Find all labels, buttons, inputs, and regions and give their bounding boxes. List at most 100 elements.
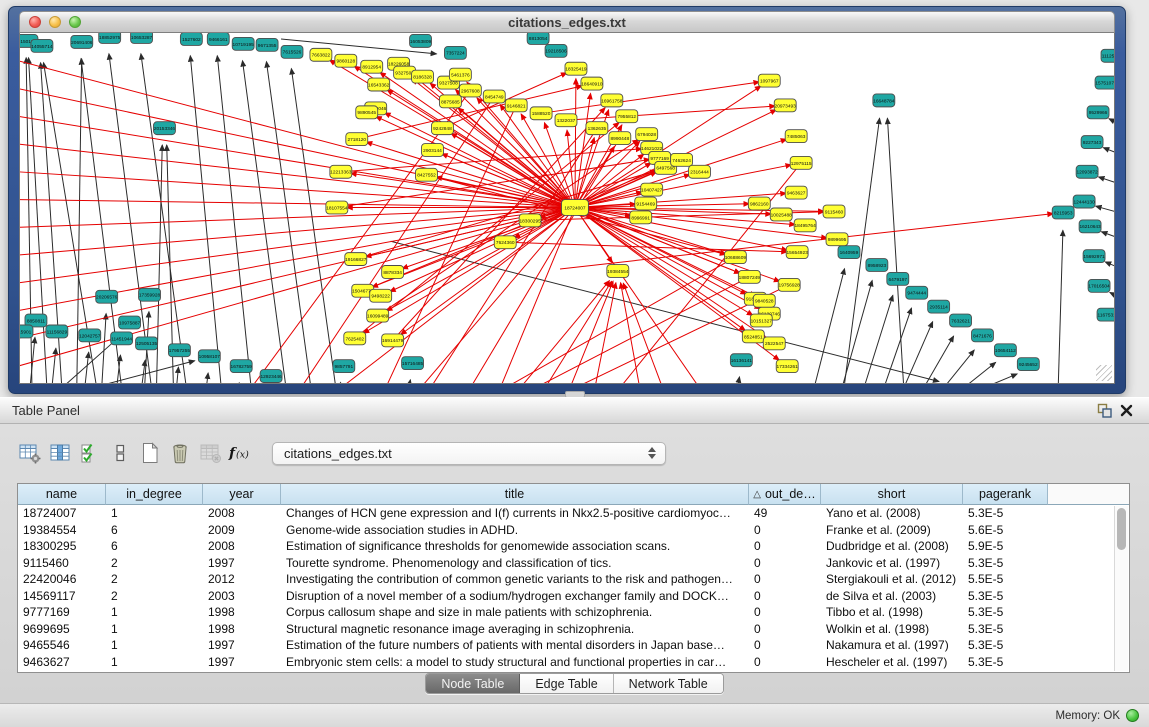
- svg-text:18325419: 18325419: [565, 67, 587, 73]
- table-cell: Genome-wide association studies in ADHD.: [281, 522, 749, 539]
- svg-text:10958107: 10958107: [199, 354, 221, 360]
- table-row[interactable]: 1938455462009Genome-wide association stu…: [18, 522, 1129, 539]
- table-panel: Table Panel: [0, 397, 1149, 703]
- select-columns-icon[interactable]: [76, 440, 103, 466]
- column-header-name[interactable]: name: [18, 484, 106, 505]
- close-window-icon[interactable]: [29, 16, 41, 28]
- network-graph[interactable]: 9150175140557142069140618852975106532871…: [20, 33, 1114, 383]
- svg-text:9862160: 9862160: [750, 201, 769, 207]
- delete-table-icon[interactable]: [166, 440, 193, 466]
- table-row[interactable]: 946554611997Estimation of the future num…: [18, 637, 1129, 654]
- network-canvas[interactable]: 9150175140557142069140618852975106532871…: [19, 33, 1115, 384]
- table-cell: 5.6E-5: [963, 522, 1048, 539]
- column-header-in_degree[interactable]: in_degree: [106, 484, 203, 505]
- table-cell: 5.3E-5: [963, 637, 1048, 654]
- zoom-window-icon[interactable]: [69, 16, 81, 28]
- table-cell: Tibbo et al. (1998): [821, 604, 963, 621]
- svg-text:19166827: 19166827: [345, 257, 367, 263]
- table-settings-icon[interactable]: [16, 440, 43, 466]
- table-cell: Estimation of significance thresholds fo…: [281, 538, 749, 555]
- column-header-pagerank[interactable]: pagerank: [963, 484, 1048, 505]
- memory-status-label: Memory: OK: [1055, 710, 1120, 722]
- table-cell: 1: [106, 654, 203, 671]
- table-row[interactable]: 1872400712008Changes of HCN gene express…: [18, 505, 1129, 522]
- table-header-row: namein_degreeyeartitle△out_de… short pager…: [18, 484, 1129, 505]
- network-window-titlebar[interactable]: citations_edges.txt: [19, 11, 1115, 33]
- table-cell: 0: [749, 637, 821, 654]
- show-columns-icon[interactable]: [46, 440, 73, 466]
- import-table-icon[interactable]: [196, 440, 223, 466]
- svg-text:2967608: 2967608: [461, 88, 480, 94]
- svg-text:12444130: 12444130: [1073, 199, 1095, 205]
- function-builder-icon[interactable]: f (x): [226, 440, 253, 466]
- table-cell: 9699695: [18, 621, 106, 638]
- table-cell: 2008: [203, 505, 281, 522]
- table-cell: 1997: [203, 637, 281, 654]
- tab-node-table[interactable]: Node Table: [426, 674, 520, 693]
- table-cell: Wolkin et al. (1998): [821, 621, 963, 638]
- svg-text:8996991: 8996991: [631, 215, 650, 221]
- svg-text:2522547: 2522547: [765, 341, 784, 347]
- svg-text:15716485: 15716485: [402, 361, 424, 367]
- dropdown-stepper-icon: [648, 447, 656, 459]
- column-header-short[interactable]: short: [821, 484, 963, 505]
- column-header-year[interactable]: year: [203, 484, 281, 505]
- table-cell: 1: [106, 637, 203, 654]
- memory-ok-icon: [1126, 709, 1139, 722]
- svg-text:9154469: 9154469: [636, 201, 655, 207]
- svg-text:9529966: 9529966: [1089, 110, 1108, 116]
- svg-text:18852975: 18852975: [99, 35, 121, 41]
- column-label: short: [878, 487, 906, 501]
- column-header-out_de[interactable]: △out_de…: [749, 484, 821, 505]
- close-panel-icon[interactable]: [1115, 401, 1137, 421]
- table-cell: Franke et al. (2009): [821, 522, 963, 539]
- table-cell: 5.3E-5: [963, 621, 1048, 638]
- tab-network-table[interactable]: Network Table: [614, 674, 723, 693]
- scrollbar-thumb[interactable]: [1117, 508, 1126, 550]
- svg-text:11451944: 11451944: [111, 336, 132, 342]
- svg-text:12042757: 12042757: [79, 333, 101, 339]
- table-row[interactable]: 969969511998Structural magnetic resonanc…: [18, 621, 1129, 638]
- table-cell: 5.3E-5: [963, 654, 1048, 671]
- table-cell: 49: [749, 505, 821, 522]
- table-row[interactable]: 2242004622012Investigating the contribut…: [18, 571, 1129, 588]
- svg-text:8186328: 8186328: [413, 75, 432, 81]
- table-cell: 1: [106, 621, 203, 638]
- table-cell: Dudbridge et al. (2008): [821, 538, 963, 555]
- svg-text:11156829: 11156829: [47, 329, 68, 335]
- column-header-title[interactable]: title: [281, 484, 749, 505]
- svg-text:6497568: 6497568: [656, 166, 675, 172]
- table-row[interactable]: 911546021997Tourette syndrome. Phenomeno…: [18, 555, 1129, 572]
- table-row[interactable]: 1830029562008Estimation of significance …: [18, 538, 1129, 555]
- table-row[interactable]: 977716911998Corpus callosum shape and si…: [18, 604, 1129, 621]
- table-row[interactable]: 1456911722003Disruption of a novel membe…: [18, 588, 1129, 605]
- create-table-icon[interactable]: [136, 440, 163, 466]
- svg-text:20206576: 20206576: [96, 295, 118, 301]
- table-selector-dropdown[interactable]: citations_edges.txt: [272, 442, 666, 465]
- svg-text:7625402: 7625402: [345, 336, 364, 342]
- svg-text:17957255: 17957255: [169, 348, 191, 354]
- table-row[interactable]: 946362711997Embryonic stem cells: a mode…: [18, 654, 1129, 671]
- row-options-icon[interactable]: [106, 440, 133, 466]
- table-cell: 9777169: [18, 604, 106, 621]
- tab-edge-table[interactable]: Edge Table: [520, 674, 613, 693]
- table-cell: 2008: [203, 538, 281, 555]
- svg-text:10407427: 10407427: [641, 188, 663, 194]
- table-cell: Yano et al. (2008): [821, 505, 963, 522]
- table-vertical-scrollbar[interactable]: [1114, 506, 1128, 671]
- svg-text:6794028: 6794028: [637, 132, 656, 138]
- minimize-window-icon[interactable]: [49, 16, 61, 28]
- table-cell: 0: [749, 621, 821, 638]
- table-cell: Investigating the contribution of common…: [281, 571, 749, 588]
- resize-grip-icon[interactable]: [1096, 365, 1112, 381]
- table-cell: 0: [749, 522, 821, 539]
- table-cell: 5.9E-5: [963, 538, 1048, 555]
- column-label: out_de…: [765, 487, 816, 501]
- svg-text:8912954: 8912954: [362, 65, 381, 71]
- float-panel-icon[interactable]: [1093, 401, 1115, 421]
- table-cell: 18300295: [18, 538, 106, 555]
- table-cell: 0: [749, 555, 821, 572]
- column-label: pagerank: [979, 487, 1031, 501]
- table-cell: 0: [749, 588, 821, 605]
- svg-text:10719195: 10719195: [233, 42, 255, 48]
